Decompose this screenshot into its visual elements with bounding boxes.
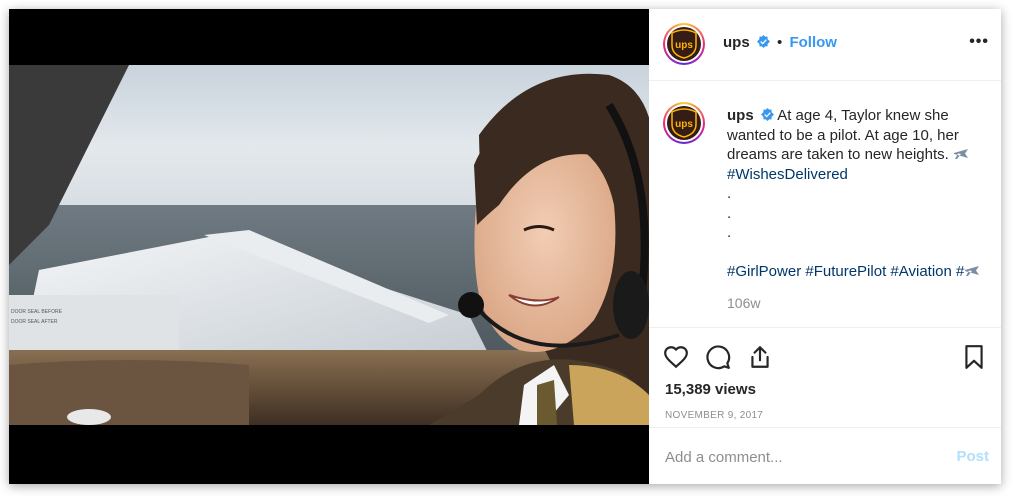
svg-text:ups: ups xyxy=(675,40,693,51)
caption-time-ago[interactable]: 106w xyxy=(727,295,760,311)
header-username[interactable]: ups xyxy=(723,34,750,51)
post-media[interactable]: DOOR SEAL BEFORE DOOR SEAL AFTER xyxy=(9,9,649,484)
more-options-button[interactable]: ••• xyxy=(969,33,989,51)
share-icon[interactable] xyxy=(747,344,773,370)
comment-icon[interactable] xyxy=(705,344,731,370)
hashtag-wishesdelivered[interactable]: #WishesDelivered xyxy=(727,166,848,183)
ups-shield-icon: ups xyxy=(671,29,697,59)
bookmark-icon[interactable] xyxy=(961,344,987,370)
post-date[interactable]: NOVEMBER 9, 2017 xyxy=(665,410,763,421)
hashtag-aviation[interactable]: #Aviation xyxy=(890,263,951,280)
verified-badge-icon xyxy=(760,108,774,121)
ups-logo: ups xyxy=(667,27,701,61)
account-avatar[interactable]: ups xyxy=(663,23,705,65)
instagram-post: DOOR SEAL BEFORE DOOR SEAL AFTER ups ups… xyxy=(9,9,1001,484)
airplane-icon xyxy=(965,266,980,276)
verified-badge-icon xyxy=(756,35,770,48)
follow-button[interactable]: Follow xyxy=(789,34,837,51)
post-photo[interactable]: DOOR SEAL BEFORE DOOR SEAL AFTER xyxy=(9,65,649,425)
caption-dot: . xyxy=(727,185,732,202)
airplane-icon xyxy=(953,149,968,159)
caption-dot: . xyxy=(727,224,732,241)
separator-dot: • xyxy=(777,34,783,51)
action-bar: 15,389 views NOVEMBER 9, 2017 xyxy=(649,327,1001,427)
header-user-line: ups • Follow xyxy=(723,34,837,51)
hashtag-futurepilot[interactable]: #FuturePilot xyxy=(805,263,886,280)
caption-username[interactable]: ups xyxy=(727,107,754,124)
post-sidebar: ups ups • Follow ••• ups ups At age 4, T… xyxy=(649,9,1001,484)
caption-text: ups At age 4, Taylor knew she wanted to … xyxy=(727,106,989,282)
ups-logo: ups xyxy=(667,106,701,140)
hashtag-symbol: # xyxy=(956,263,965,280)
hashtag-girlpower[interactable]: #GirlPower xyxy=(727,263,801,280)
comment-form: Post xyxy=(649,427,1001,484)
ups-shield-icon: ups xyxy=(671,108,697,138)
caption-dot: . xyxy=(727,204,732,222)
caption-avatar[interactable]: ups xyxy=(663,102,705,144)
svg-text:ups: ups xyxy=(675,119,693,130)
heart-icon[interactable] xyxy=(663,344,689,370)
post-comment-button[interactable]: Post xyxy=(956,448,989,465)
caption-section: ups ups At age 4, Taylor knew she wanted… xyxy=(649,82,1001,327)
hashtag-airplane[interactable]: # xyxy=(956,263,980,280)
post-header: ups ups • Follow ••• xyxy=(649,9,1001,81)
svg-text:DOOR SEAL BEFORE: DOOR SEAL BEFORE xyxy=(11,309,63,315)
svg-text:DOOR SEAL AFTER: DOOR SEAL AFTER xyxy=(11,319,58,325)
view-count[interactable]: 15,389 views xyxy=(665,381,756,398)
comment-input[interactable] xyxy=(665,446,925,468)
